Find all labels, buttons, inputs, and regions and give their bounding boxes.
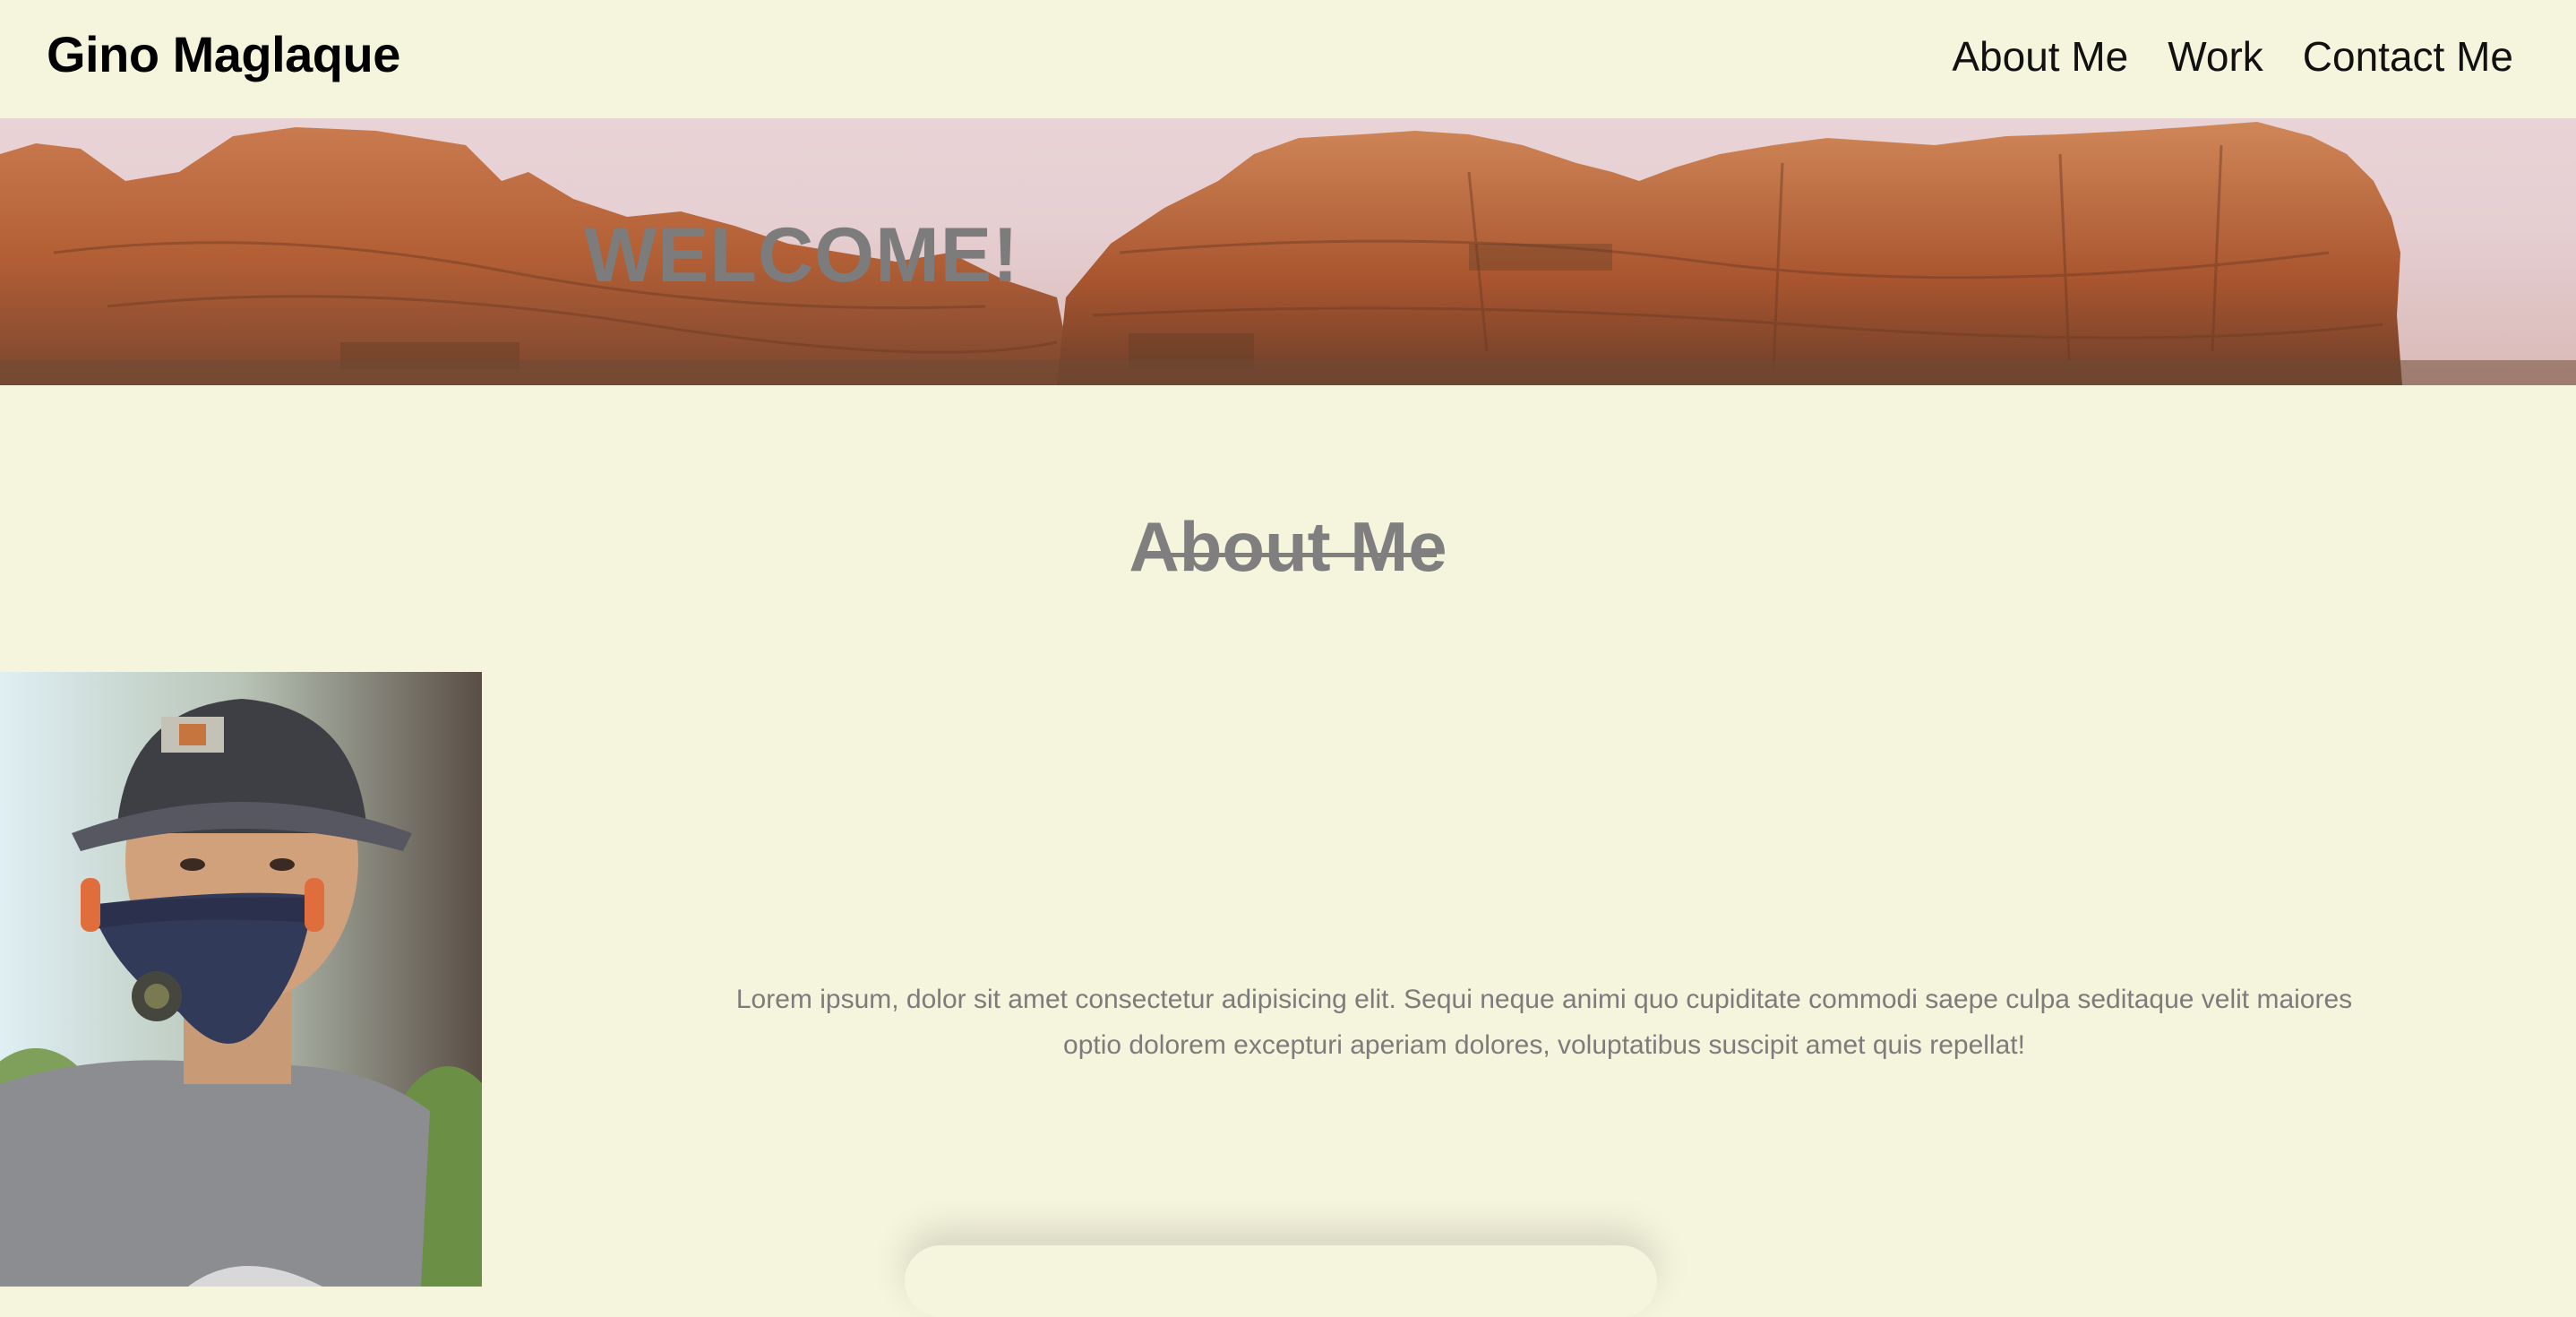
main-nav: About Me Work Contact Me: [1952, 32, 2513, 81]
heading-underline: [1143, 553, 1437, 557]
canyon-image: [0, 122, 2576, 385]
nav-link-work[interactable]: Work: [2168, 32, 2263, 81]
profile-photo: [0, 672, 482, 1287]
nav-link-contact-me[interactable]: Contact Me: [2303, 32, 2513, 81]
next-section-card: [905, 1245, 1657, 1317]
site-header: Gino Maglaque About Me Work Contact Me: [0, 0, 2576, 118]
hero-banner: WELCOME!: [0, 118, 2576, 385]
about-heading: About Me: [1129, 506, 1447, 586]
nav-link-about-me[interactable]: About Me: [1952, 32, 2128, 81]
welcome-heading: WELCOME!: [584, 212, 1019, 298]
site-title[interactable]: Gino Maglaque: [47, 25, 400, 83]
about-body-text: Lorem ipsum, dolor sit amet consectetur …: [735, 985, 2353, 1060]
